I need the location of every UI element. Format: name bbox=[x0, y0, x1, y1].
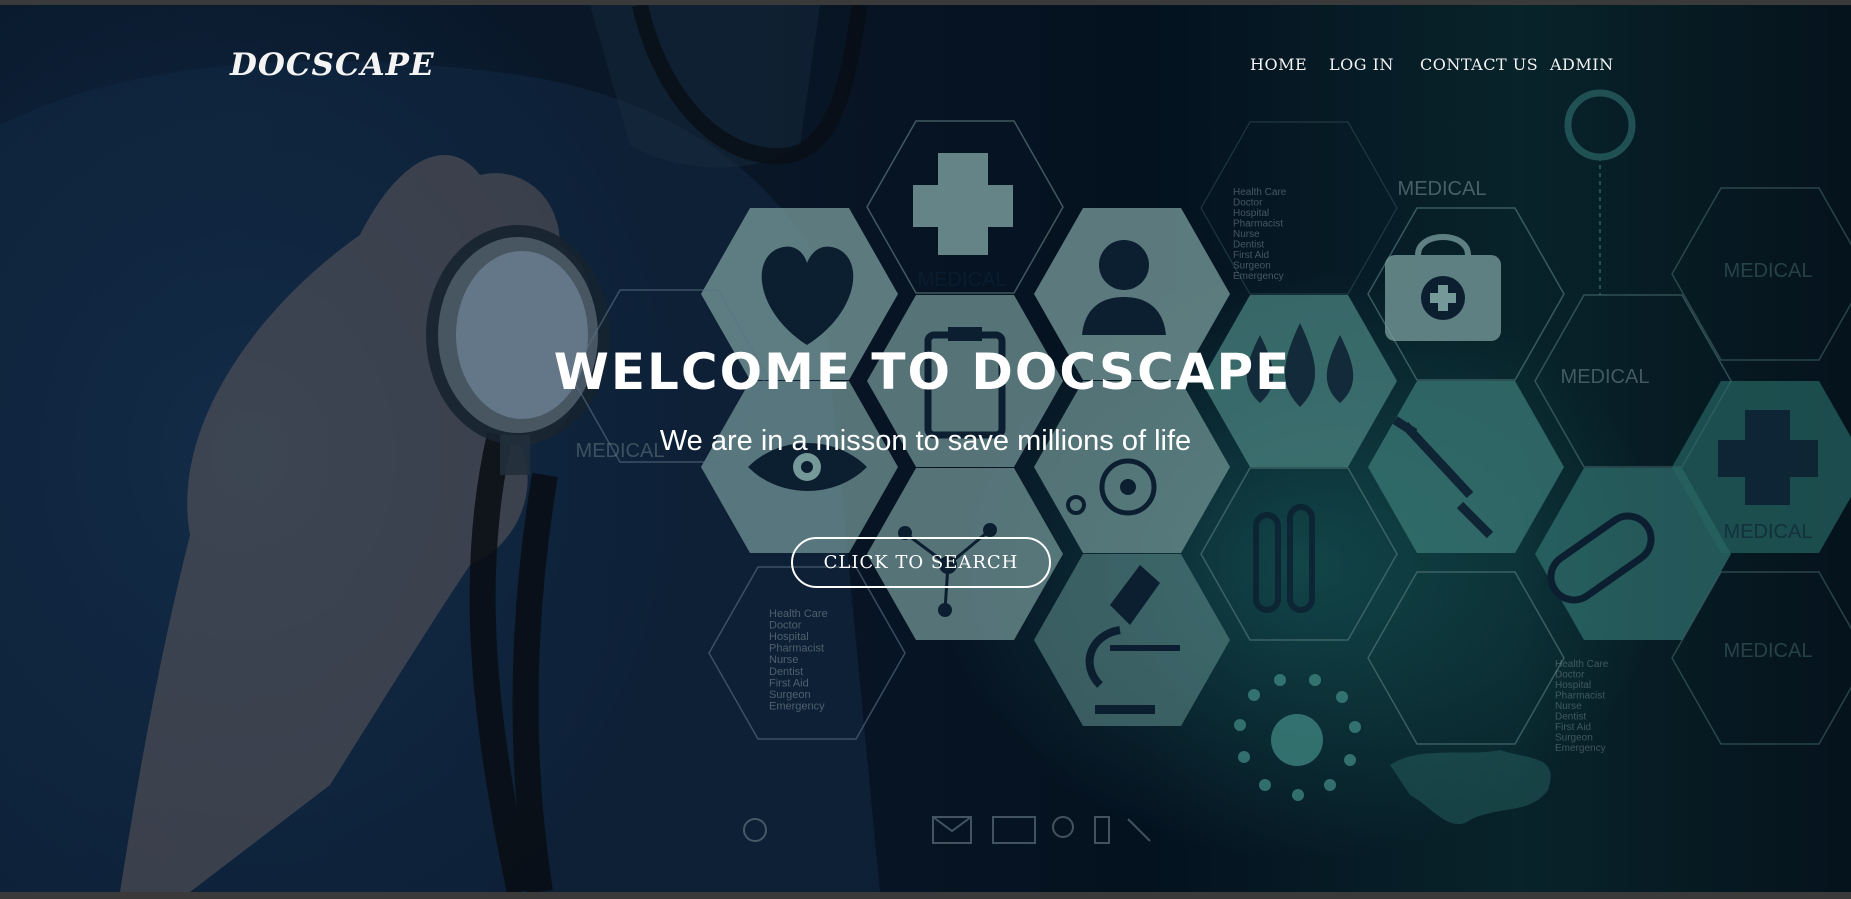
main-nav: HOME LOG IN CONTACT US ADMIN bbox=[0, 55, 1851, 81]
bottom-border bbox=[0, 892, 1851, 899]
hero-title: WELCOME TO DOCSCAPE bbox=[553, 343, 1292, 401]
nav-item-admin[interactable]: ADMIN bbox=[1550, 55, 1614, 74]
hero-section: MEDICAL MEDICAL MEDICAL MEDICAL MEDICAL MEDIC… bbox=[0, 5, 1851, 892]
search-button[interactable]: CLICK TO SEARCH bbox=[791, 537, 1051, 588]
nav-item-home[interactable]: HOME bbox=[1250, 55, 1307, 74]
hero-subtitle: We are in a misson to save millions of l… bbox=[659, 425, 1192, 457]
nav-item-login[interactable]: LOG IN bbox=[1329, 55, 1394, 74]
nav-item-contact-us[interactable]: CONTACT US bbox=[1420, 55, 1538, 74]
